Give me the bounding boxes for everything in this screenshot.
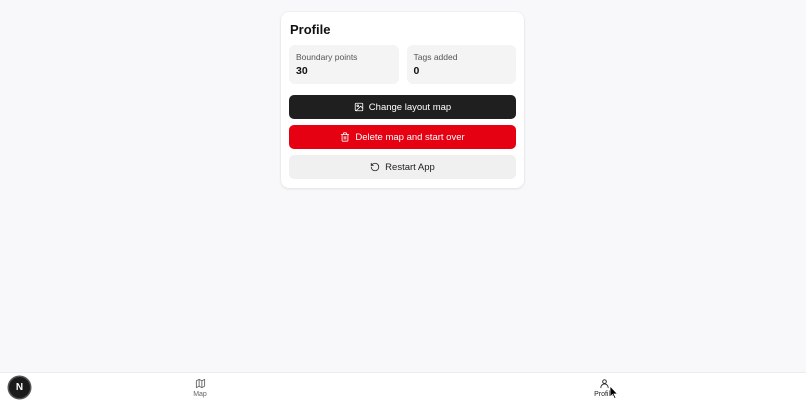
- stat-value: 0: [413, 65, 420, 77]
- stat-label: Tags added: [413, 52, 458, 62]
- app-logo[interactable]: N: [9, 377, 30, 398]
- user-icon: [599, 379, 609, 389]
- trash-icon: [341, 132, 350, 142]
- nav-item-label: Map: [193, 391, 207, 398]
- stat-value: 30: [296, 65, 308, 77]
- button-label: Restart App: [385, 161, 435, 173]
- restart-app-button[interactable]: Restart App: [289, 155, 516, 179]
- stat-tags-added: Tags added 0: [406, 45, 516, 84]
- page-title: Profile: [290, 22, 331, 37]
- mouse-cursor-icon: [609, 385, 619, 399]
- delete-map-button[interactable]: Delete map and start over: [289, 125, 516, 149]
- button-label: Delete map and start over: [355, 131, 465, 143]
- stat-boundary-points: Boundary points 30: [289, 45, 399, 84]
- nav-item-map[interactable]: Map: [180, 378, 220, 398]
- bottom-nav: [0, 372, 806, 408]
- map-icon: [195, 378, 205, 389]
- profile-card: Profile Boundary points 30 Tags added 0 …: [281, 12, 524, 188]
- image-icon: [354, 102, 363, 112]
- rotate-ccw-icon: [371, 162, 380, 172]
- change-layout-map-button[interactable]: Change layout map: [289, 95, 516, 119]
- stats-row: Boundary points 30 Tags added 0: [289, 45, 516, 84]
- stat-label: Boundary points: [296, 52, 358, 62]
- button-label: Change layout map: [368, 101, 452, 113]
